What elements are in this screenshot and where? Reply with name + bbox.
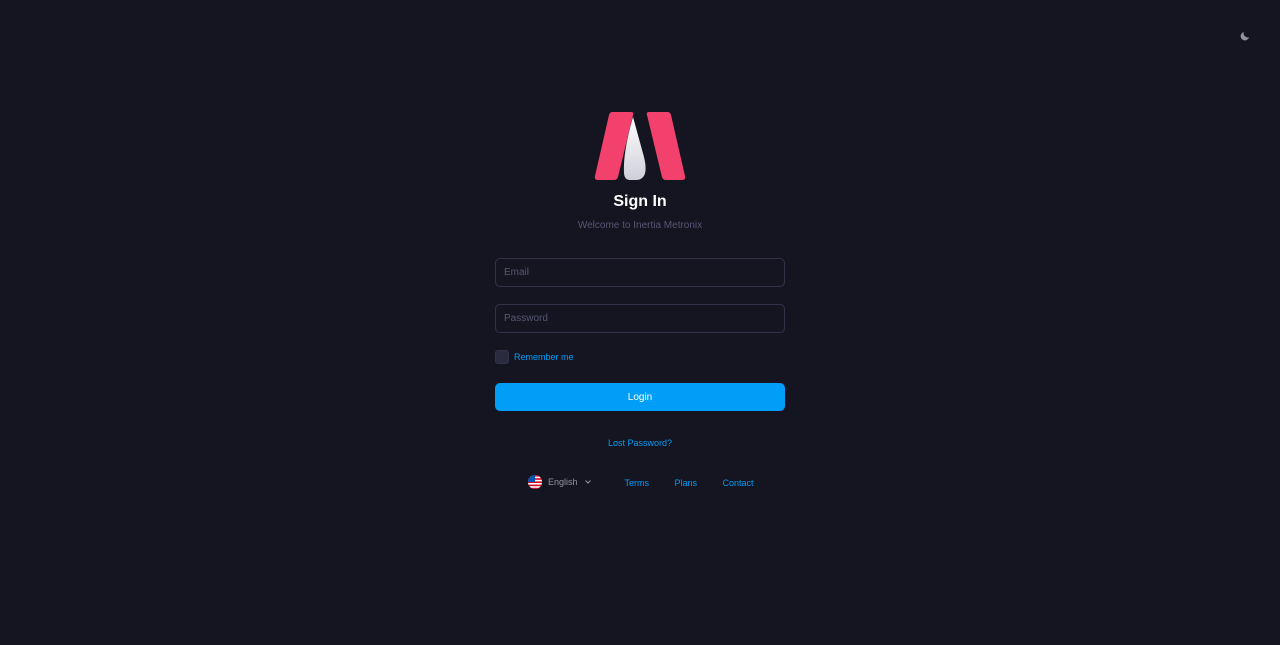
email-input[interactable]	[495, 258, 785, 287]
login-button[interactable]: Login	[495, 383, 785, 411]
lost-password-link[interactable]: Lost Password?	[608, 438, 672, 448]
us-flag-icon	[528, 475, 542, 489]
remember-me-checkbox[interactable]	[495, 350, 509, 364]
page-title: Sign In	[613, 193, 667, 210]
signin-page: Sign In Welcome to Inertia Metronix Reme…	[0, 0, 1280, 645]
password-input[interactable]	[495, 304, 785, 333]
footer: English Terms Plans Contact	[528, 474, 774, 490]
footer-link-terms[interactable]: Terms	[625, 478, 650, 488]
footer-link-plans[interactable]: Plans	[674, 478, 697, 488]
metronic-logo-icon	[594, 112, 686, 180]
lost-password-row: Lost Password?	[0, 433, 1280, 451]
theme-toggle-button[interactable]	[1236, 27, 1254, 45]
language-selector[interactable]: English	[528, 475, 592, 489]
page-subtitle: Welcome to Inertia Metronix	[577, 220, 703, 231]
language-label: English	[548, 477, 578, 487]
moon-icon	[1240, 32, 1249, 41]
chevron-down-icon	[584, 480, 591, 484]
footer-link-contact[interactable]: Contact	[722, 478, 753, 488]
remember-me-checkbox-row[interactable]: Remember me	[495, 350, 574, 364]
remember-me-label[interactable]: Remember me	[514, 350, 574, 364]
footer-links: Terms Plans Contact	[625, 473, 775, 491]
